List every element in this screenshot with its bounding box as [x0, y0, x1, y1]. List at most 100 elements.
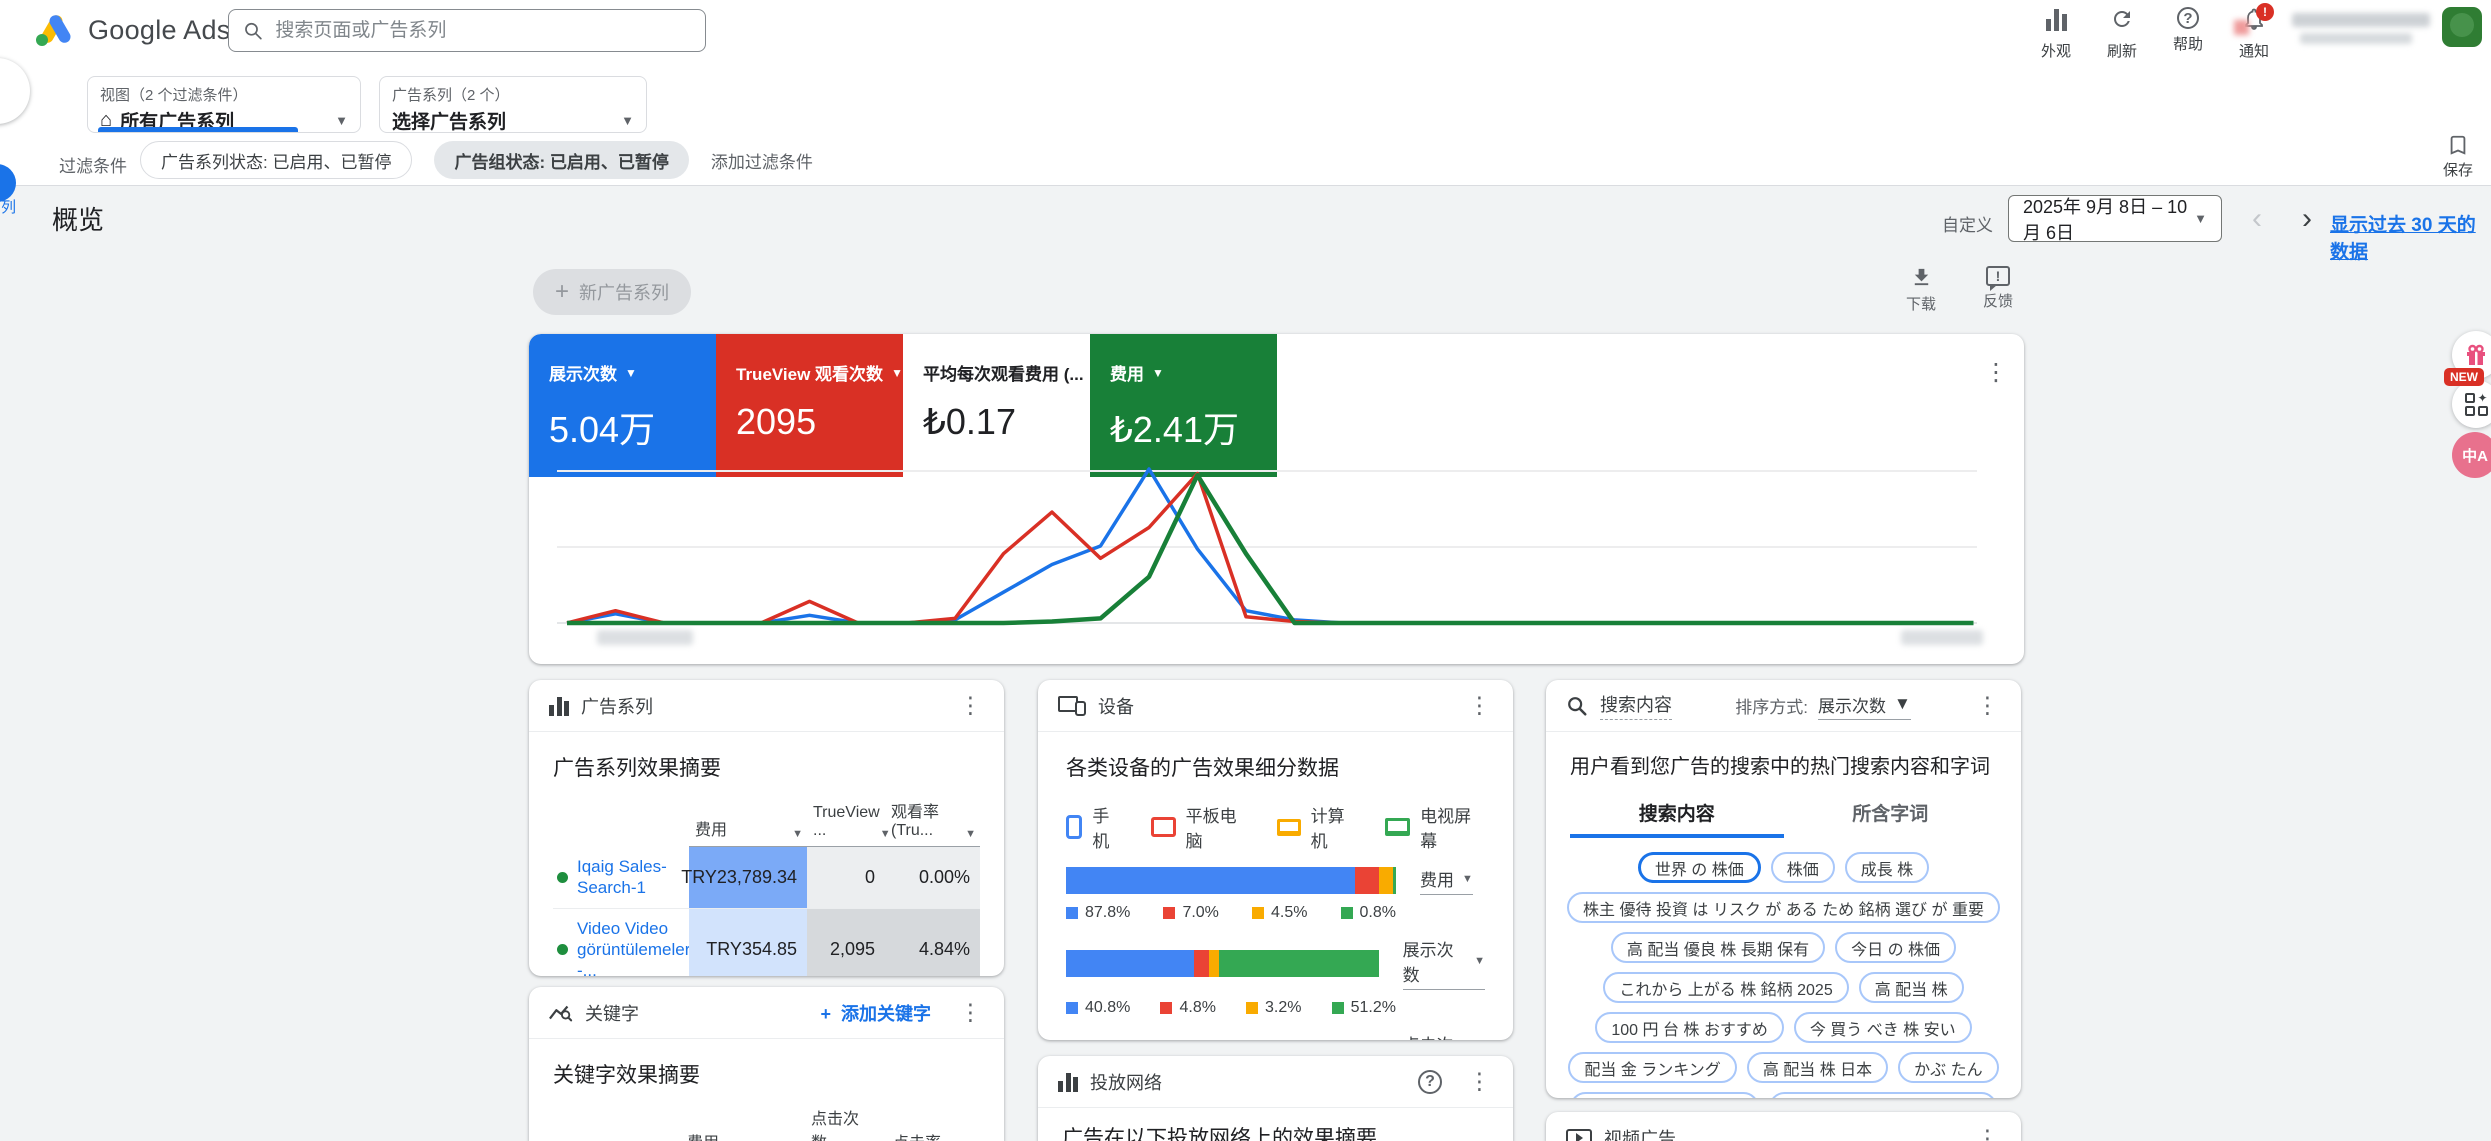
- more-options-icon[interactable]: ⋮: [957, 692, 984, 719]
- color-swatch: [1066, 907, 1078, 919]
- search-term-chip[interactable]: 100 円 台 株 おすすめ: [1595, 1012, 1783, 1043]
- campaign-selector[interactable]: 广告系列（2 个） 选择广告系列 ▼: [379, 76, 647, 133]
- legend-item-计算机: 计算机: [1277, 802, 1360, 852]
- search-term-chip[interactable]: これから 上がる 株 銘柄 2025: [1603, 972, 1848, 1003]
- account-id-blur: [2300, 33, 2412, 44]
- percentage-item: 87.8%: [1066, 904, 1130, 922]
- search-term-chip[interactable]: 高 配当 株 日本: [1747, 1052, 1888, 1083]
- chip-row: これから 上がる 株 銘柄 2025 高 配当 株: [1570, 972, 1997, 1003]
- date-prev-button[interactable]: ‹: [2238, 200, 2276, 238]
- topbar-action-帮助[interactable]: ?帮助: [2160, 7, 2216, 61]
- account-name-blur: [2292, 13, 2430, 27]
- grid-extension-button[interactable]: ✦: [2452, 380, 2491, 428]
- campaigns-card-title: 广告系列: [581, 693, 653, 719]
- row-value-cell: 0.00%: [885, 847, 980, 908]
- refresh-icon: [2110, 7, 2134, 36]
- column-header[interactable]: TrueView ...▼: [807, 798, 885, 847]
- column-header[interactable]: 点击率▼: [887, 1105, 980, 1141]
- tab-search-terms[interactable]: 搜索内容: [1570, 789, 1784, 838]
- download-label: 下载: [1906, 293, 1936, 314]
- search-term-chip[interactable]: 配当 金 ランキング: [1568, 1052, 1736, 1083]
- date-next-button[interactable]: ›: [2288, 200, 2326, 238]
- search-term-chips-cutoff-row: [1570, 1092, 1997, 1098]
- filter-chip[interactable]: 广告组状态: 已启用、已暂停: [434, 141, 688, 179]
- search-term-chip[interactable]: 株主 優待 投資 は リスク が ある ため 銘柄 選び が 重要: [1567, 892, 2000, 923]
- sort-by-dropdown[interactable]: 展示次数 ▼: [1818, 692, 1911, 720]
- search-term-chip[interactable]: 高 配当 優良 株 長期 保有: [1611, 932, 1825, 963]
- search-term-chip[interactable]: 高 配当 株: [1859, 972, 1964, 1003]
- topbar-action-label: 外观: [2041, 40, 2071, 61]
- more-options-icon[interactable]: ⋮: [1974, 692, 2001, 719]
- feedback-button[interactable]: ! 反馈: [1970, 266, 2026, 311]
- search-term-chip[interactable]: 株価: [1771, 852, 1835, 883]
- search-term-chip[interactable]: 世界 の 株価: [1638, 852, 1761, 883]
- bar-metric-dropdown[interactable]: 费用▼: [1420, 866, 1473, 895]
- metric-label: 展示次数▼: [549, 360, 716, 385]
- plus-icon: +: [555, 278, 569, 306]
- column-header[interactable]: 费用▼: [681, 1105, 805, 1141]
- chevron-down-icon: ▼: [317, 113, 348, 128]
- campaigns-summary-title: 广告系列效果摘要: [553, 752, 980, 782]
- metric-value: 2095: [736, 401, 903, 443]
- filter-chip[interactable]: 广告系列状态: 已启用、已暂停: [140, 141, 412, 179]
- avatar[interactable]: [2442, 7, 2482, 47]
- topbar-action-label: 刷新: [2107, 40, 2137, 61]
- row-value-cell: TRY23,789.34: [689, 847, 807, 908]
- search-term-chip[interactable]: 成長 株: [1845, 852, 1929, 883]
- search-term-chip[interactable]: 今 買う べき 株 安い: [1794, 1012, 1972, 1043]
- column-header[interactable]: 费用▼: [689, 798, 807, 847]
- bar-chart-icon: [549, 696, 569, 716]
- topbar-action-刷新[interactable]: 刷新: [2094, 7, 2150, 61]
- devices-card-title: 设备: [1098, 693, 1134, 719]
- feedback-label: 反馈: [1983, 290, 2013, 311]
- more-options-icon[interactable]: ⋮: [957, 999, 984, 1026]
- brand-text: Google Ads: [88, 15, 231, 46]
- status-enabled-icon: [557, 872, 568, 883]
- row-name-link[interactable]: Video Video görüntülemeleri -...: [577, 918, 694, 977]
- bar-metric-dropdown[interactable]: 展示次数▼: [1403, 936, 1485, 990]
- sort-by-label: 排序方式:: [1735, 693, 1808, 718]
- performance-line-chart: [557, 446, 1997, 642]
- chip-row: 世界 の 株価株価成長 株: [1570, 852, 1997, 883]
- google-ads-logo[interactable]: Google Ads: [34, 12, 231, 48]
- percentage-item: 3.2%: [1246, 999, 1301, 1017]
- networks-card-title: 投放网络: [1090, 1069, 1162, 1095]
- percentage-item: 4.5%: [1252, 904, 1307, 922]
- search-input[interactable]: [275, 20, 691, 42]
- chip-row: 配当 金 ランキング高 配当 株 日本かぶ たん: [1570, 1052, 1997, 1083]
- column-header[interactable]: 点击次数▼: [805, 1105, 887, 1141]
- legend-item-平板电脑: 平板电脑: [1151, 802, 1251, 852]
- tab-included-words[interactable]: 所含字词: [1784, 789, 1998, 838]
- column-header[interactable]: 观看率 (Tru...▼: [885, 798, 980, 847]
- global-search[interactable]: [228, 9, 706, 52]
- campaign-selector-caption: 广告系列（2 个）: [392, 84, 634, 105]
- more-options-icon[interactable]: ⋮: [1466, 1068, 1493, 1095]
- topbar-action-外观[interactable]: 外观: [2028, 7, 2084, 61]
- metric-label: 费用▼: [1110, 360, 1277, 385]
- row-name-link[interactable]: Iqaig Sales-Search-1: [577, 856, 685, 899]
- translate-extension-button[interactable]: 中A: [2452, 432, 2491, 478]
- download-button[interactable]: 下载: [1893, 266, 1949, 314]
- date-range-picker[interactable]: 2025年 9月 8日 – 10月 6日 ▼: [2008, 195, 2222, 242]
- search-term-chip[interactable]: 今日 の 株価: [1835, 932, 1956, 963]
- new-campaign-button[interactable]: + 新广告系列: [533, 269, 691, 315]
- keywords-table: 费用▼点击次数▼点击率▼株式投資TRY14,428.7345113.05%: [553, 1105, 980, 1141]
- show-last-30-days-link[interactable]: 显示过去 30 天的数据: [2330, 210, 2491, 264]
- bar-chart-icon: [1058, 1072, 1078, 1092]
- more-options-icon[interactable]: ⋮: [1974, 1125, 2001, 1141]
- chevron-down-icon: ▼: [603, 113, 634, 128]
- add-keywords-link[interactable]: + 添加关键字: [820, 1000, 931, 1026]
- more-options-icon[interactable]: ⋮: [1466, 692, 1493, 719]
- chart-card-menu[interactable]: ⋮: [1984, 358, 2008, 387]
- help-icon[interactable]: ?: [1418, 1070, 1442, 1094]
- search-term-chip[interactable]: かぶ たん: [1898, 1052, 1998, 1083]
- table-header: 费用▼点击次数▼点击率▼: [553, 1105, 980, 1141]
- save-button[interactable]: 保存: [2433, 134, 2483, 180]
- video-ads-card: 视频广告 ⋮: [1546, 1112, 2021, 1141]
- view-selector[interactable]: 视图（2 个过滤条件） ⌂ 所有广告系列 ▼: [87, 76, 361, 133]
- add-filter-button[interactable]: 添加过滤条件: [711, 148, 813, 173]
- bar-metric-dropdown[interactable]: 点击次数▼: [1403, 1031, 1485, 1040]
- bar-segment: [1194, 950, 1209, 977]
- bar-segment: [1355, 867, 1378, 894]
- table-row: Iqaig Sales-Search-1TRY23,789.3400.00%: [553, 847, 980, 909]
